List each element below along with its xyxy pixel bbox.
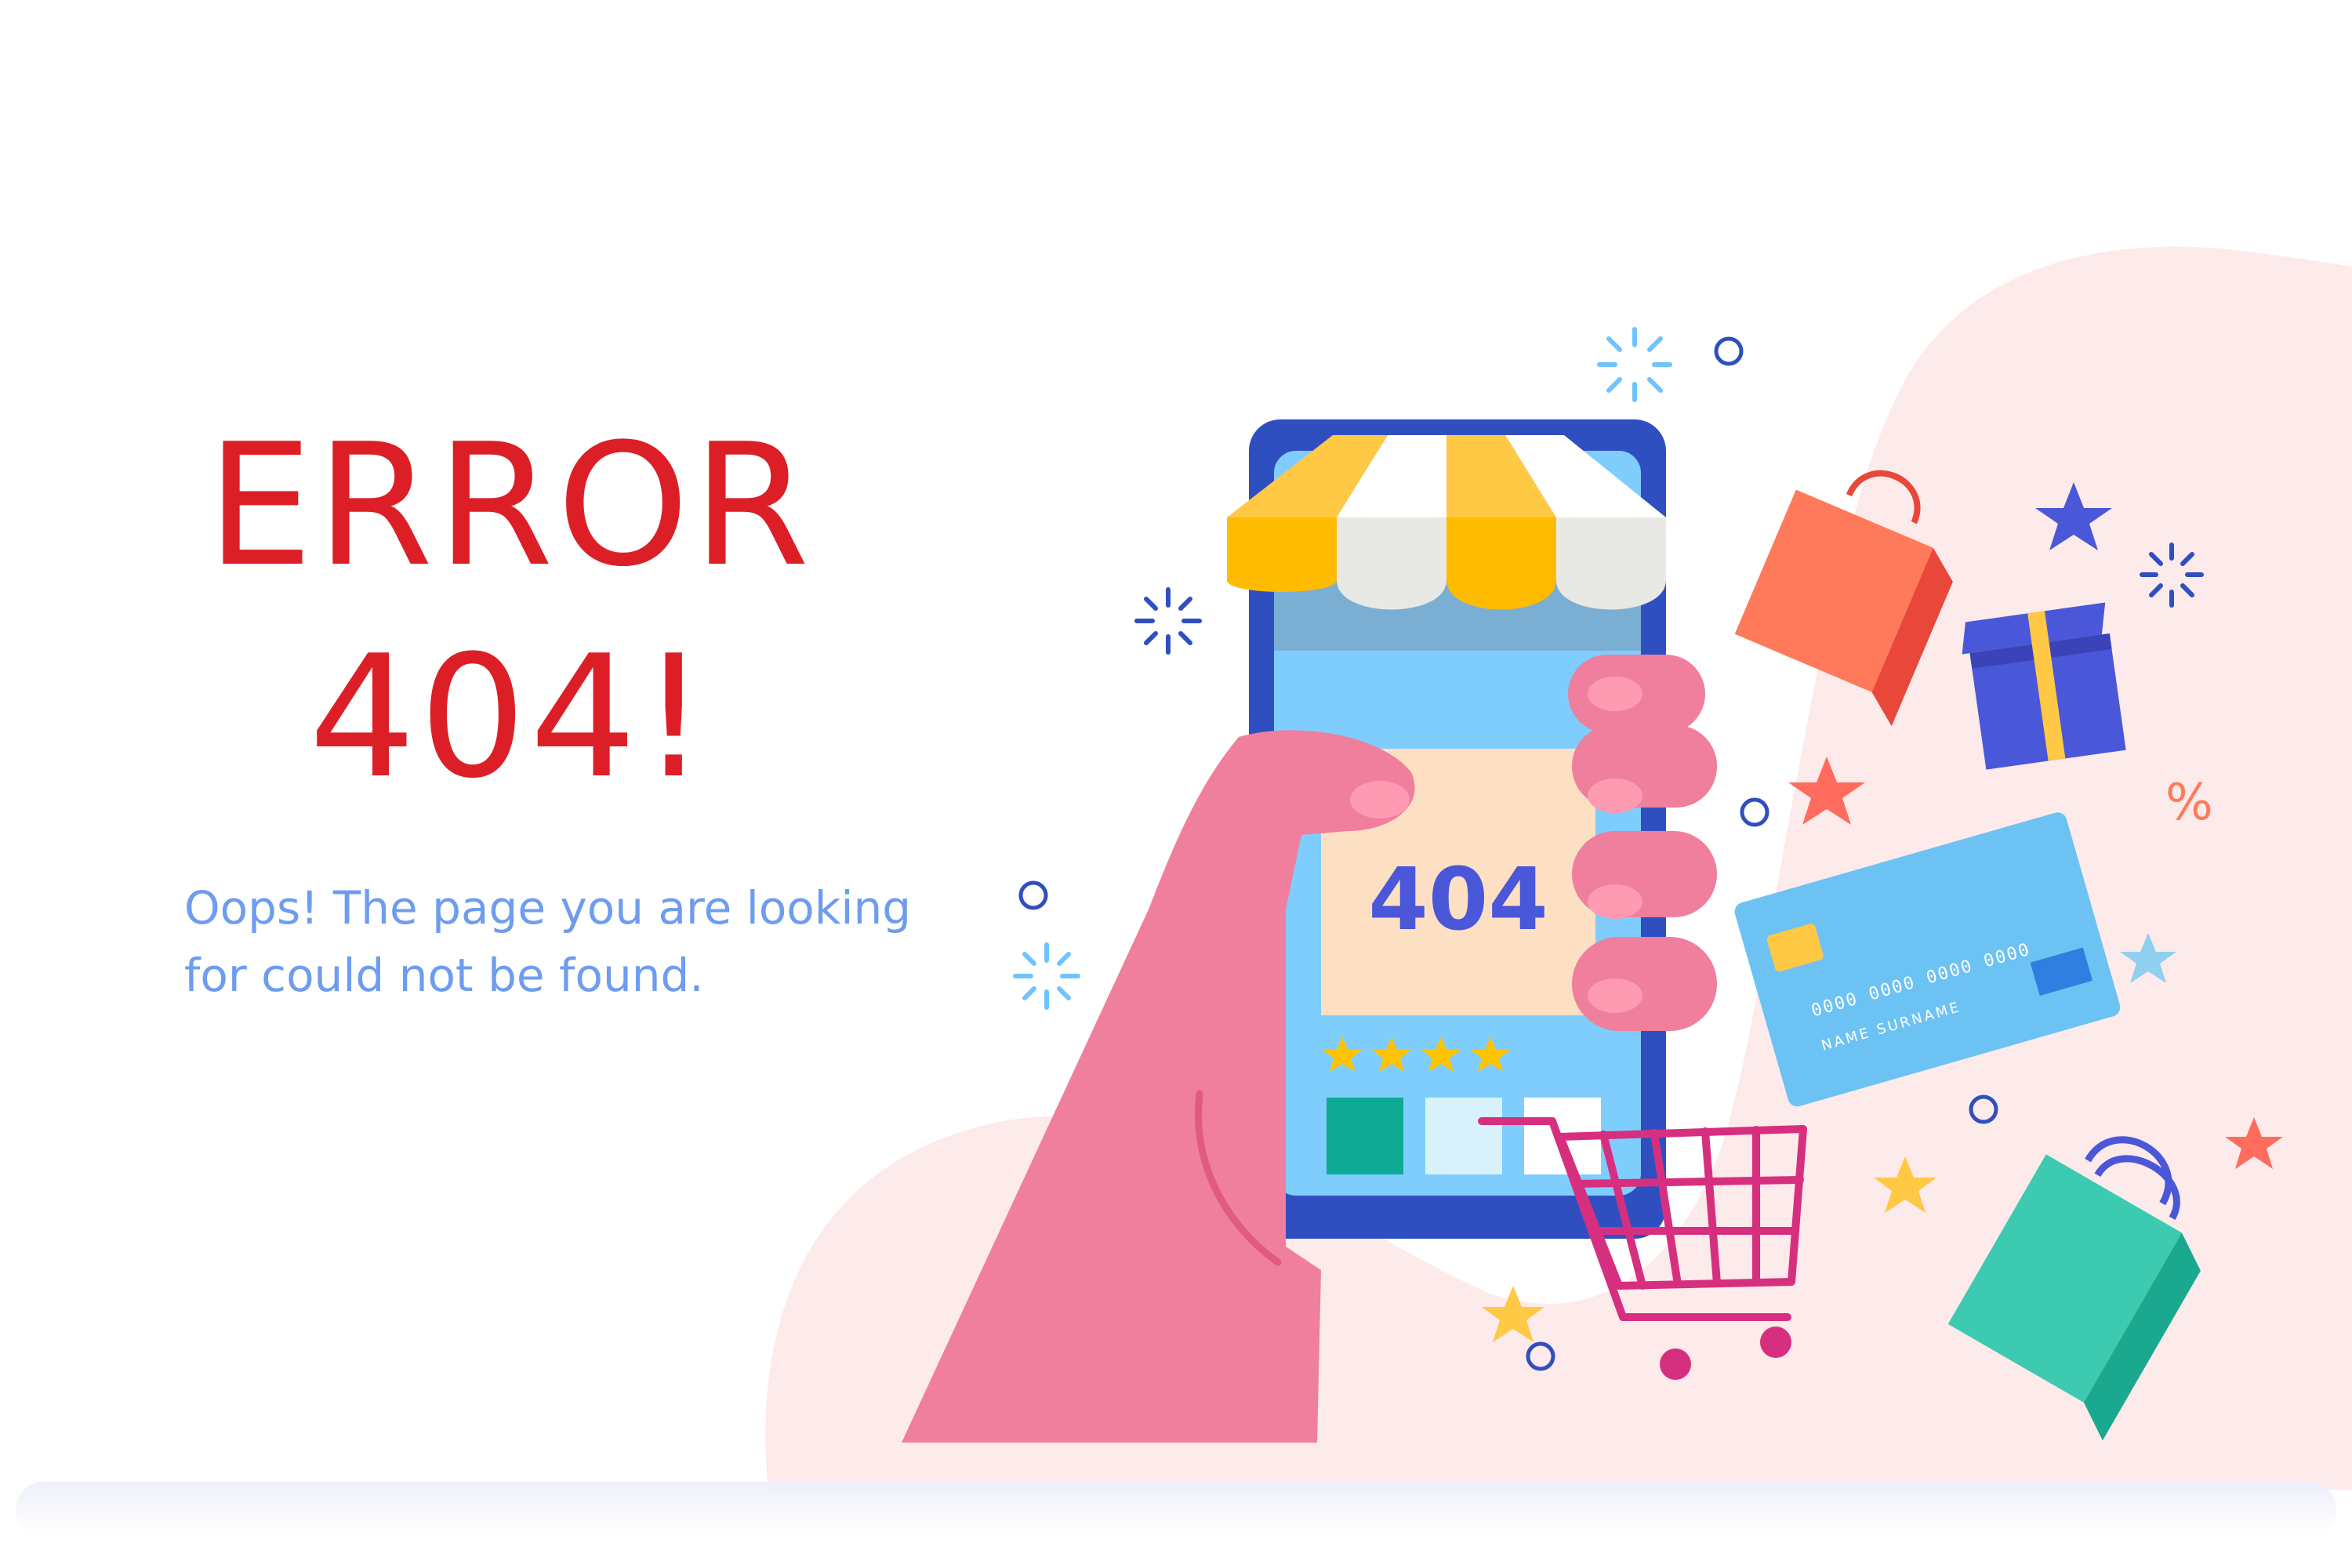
phone-screen-404: 404 — [1368, 849, 1548, 949]
percent-icon: % — [2165, 774, 2213, 832]
error-heading-line1: ERROR — [206, 407, 813, 604]
sparkle-icon — [1013, 942, 1080, 1010]
error-message: Oops! The page you are looking for could… — [184, 881, 912, 1002]
error-heading-line2: 404! — [308, 619, 711, 815]
cart-wheel — [1760, 1327, 1791, 1358]
gift-box-icon — [1962, 602, 2126, 770]
sparkle-icon — [1597, 327, 1672, 402]
error-page: % 0000 0000 0000 0000 NAME SURNAME 404 E… — [0, 0, 2352, 1490]
error-heading: ERROR 404! — [102, 400, 917, 823]
card-shadow — [16, 1482, 2336, 1537]
sparkle-icon — [1134, 587, 1202, 655]
cart-wheel — [1660, 1348, 1691, 1380]
